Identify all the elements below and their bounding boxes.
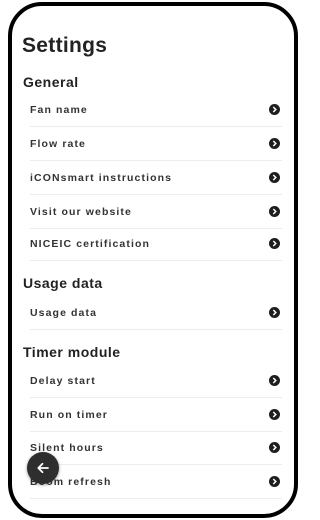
chevron-right-icon <box>269 375 280 386</box>
row-label: Delay start <box>30 374 96 387</box>
chevron-right-icon <box>269 172 280 183</box>
arrow-left-icon <box>37 462 49 474</box>
chevron-right-icon <box>269 307 280 318</box>
section-title-usage-data: Usage data <box>23 275 103 291</box>
row-label: Fan name <box>30 103 88 116</box>
settings-row-usage-data[interactable]: Usage data <box>30 296 282 330</box>
settings-row-boom-refresh[interactable]: Boom refresh <box>30 465 282 499</box>
row-label: Usage data <box>30 306 98 319</box>
chevron-right-icon <box>269 476 280 487</box>
settings-row-run-on-timer[interactable]: Run on timer <box>30 398 282 432</box>
settings-row-fan-name[interactable]: Fan name <box>30 93 282 127</box>
row-label: iCONsmart instructions <box>30 171 173 184</box>
row-label: Run on timer <box>30 408 108 421</box>
chevron-right-icon <box>269 104 280 115</box>
chevron-right-icon <box>269 238 280 249</box>
row-label: NICEIC certification <box>30 237 151 250</box>
settings-row-delay-start[interactable]: Delay start <box>30 364 282 398</box>
page-title: Settings <box>22 34 108 57</box>
settings-row-visit-website[interactable]: Visit our website <box>30 195 282 229</box>
row-label: Visit our website <box>30 205 132 218</box>
section-title-general: General <box>23 74 79 90</box>
back-button[interactable] <box>27 452 59 484</box>
settings-row-silent-hours[interactable]: Silent hours <box>30 431 282 465</box>
row-label: Flow rate <box>30 137 86 150</box>
chevron-right-icon <box>269 138 280 149</box>
settings-row-iconsmart-instructions[interactable]: iCONsmart instructions <box>30 161 282 195</box>
chevron-right-icon <box>269 442 280 453</box>
chevron-right-icon <box>269 206 280 217</box>
settings-row-niceic-certification[interactable]: NICEIC certification <box>30 227 282 261</box>
chevron-right-icon <box>269 409 280 420</box>
settings-row-flow-rate[interactable]: Flow rate <box>30 127 282 161</box>
section-title-timer-module: Timer module <box>23 344 121 360</box>
